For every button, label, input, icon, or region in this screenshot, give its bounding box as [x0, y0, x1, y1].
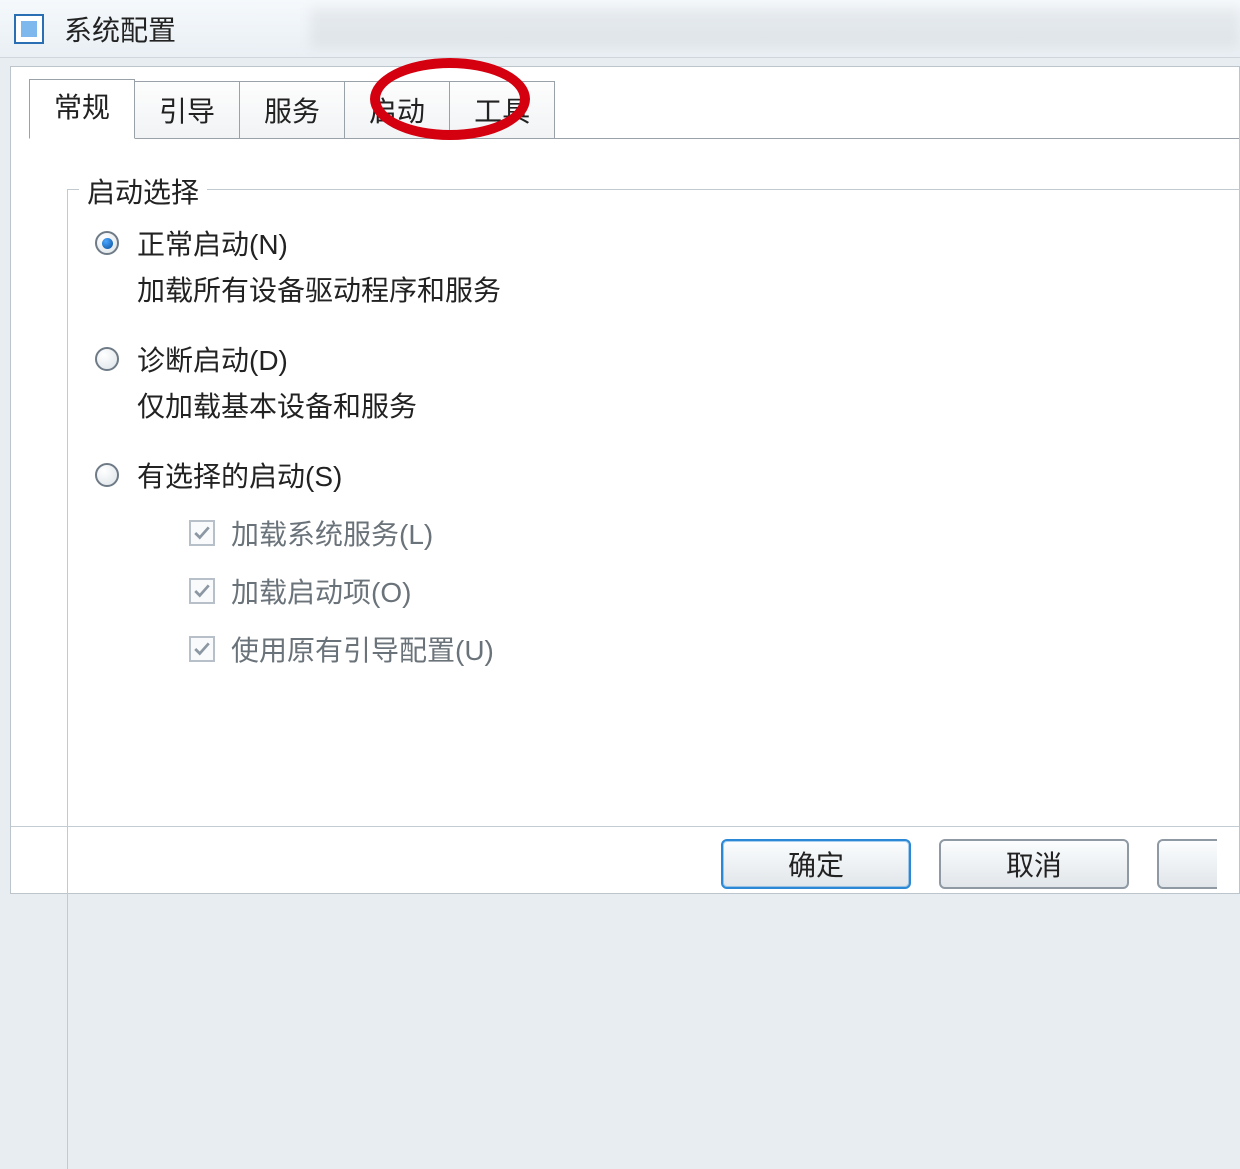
cancel-button[interactable]: 取消: [939, 839, 1129, 889]
ok-button[interactable]: 确定: [721, 839, 911, 889]
tab-label: 引导: [159, 96, 215, 127]
tab-general[interactable]: 常规: [29, 79, 135, 139]
tab-services[interactable]: 服务: [239, 81, 345, 139]
tab-tools[interactable]: 工具: [449, 81, 555, 139]
tab-content: 启动选择 正常启动(N) 加载所有设备驱动程序和服务 诊断启动(D) 仅加载基本…: [11, 139, 1239, 707]
button-bar: 确定 取消: [721, 813, 1239, 893]
tab-label: 服务: [264, 96, 320, 127]
tab-strip: 常规 引导 服务 启动 工具: [11, 81, 1239, 139]
apply-button-partial[interactable]: [1157, 839, 1217, 889]
tab-startup[interactable]: 启动: [344, 81, 450, 139]
startup-selection-group: 启动选择 正常启动(N) 加载所有设备驱动程序和服务 诊断启动(D) 仅加载基本…: [67, 171, 1197, 669]
ok-button-label: 确定: [788, 844, 844, 884]
window-title: 系统配置: [64, 9, 176, 49]
dialog-body: 常规 引导 服务 启动 工具 启动选择 正常启动(N) 加载所有设备驱动程序和服…: [10, 66, 1240, 894]
tab-label: 工具: [474, 96, 530, 127]
tab-label: 常规: [54, 92, 110, 123]
cancel-button-label: 取消: [1006, 844, 1062, 884]
tab-boot[interactable]: 引导: [134, 81, 240, 139]
titlebar-shadow: [310, 8, 1240, 48]
tab-label: 启动: [369, 96, 425, 127]
msconfig-icon: [14, 14, 44, 44]
titlebar: 系统配置: [0, 0, 1240, 58]
group-legend: 启动选择: [79, 171, 207, 211]
